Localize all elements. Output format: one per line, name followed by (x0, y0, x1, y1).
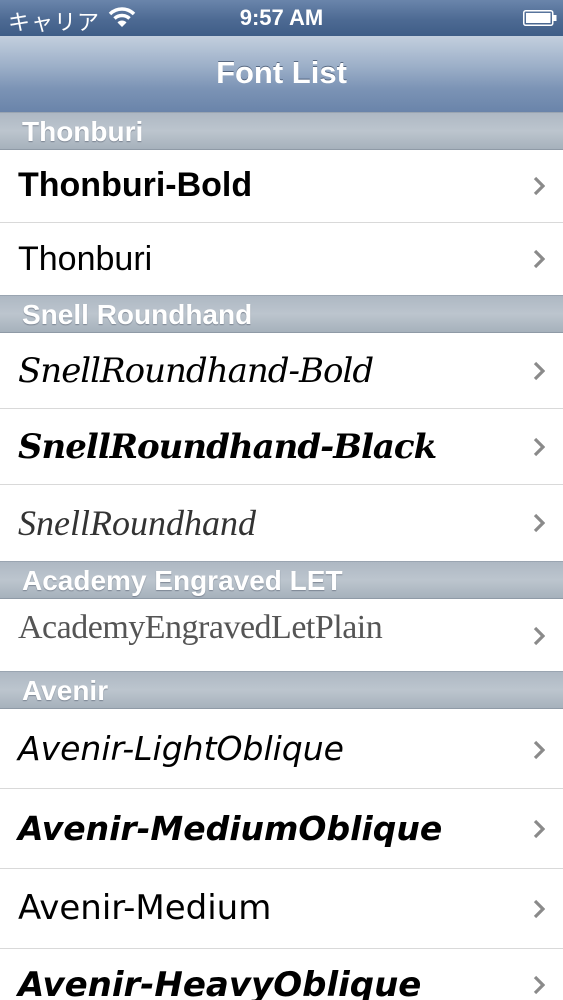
section-header-label: Snell Roundhand (22, 299, 253, 330)
page-title: Font List (216, 55, 347, 90)
section-header-label: Academy Engraved LET (22, 565, 343, 596)
battery-icon (523, 10, 557, 26)
font-row-avenir-lightoblique[interactable]: Avenir-LightOblique (0, 709, 563, 789)
font-name-label: SnellRoundhand (18, 503, 256, 543)
font-name-label: Avenir-LightOblique (18, 729, 344, 768)
section-header-snell-roundhand: Snell Roundhand (0, 295, 563, 333)
chevron-right-icon (533, 176, 545, 196)
section-header-label: Avenir (22, 675, 109, 706)
section-header-label: Thonburi (22, 116, 144, 147)
font-row-snellroundhand[interactable]: SnellRoundhand (0, 485, 563, 561)
section-header-avenir: Avenir (0, 671, 563, 709)
font-row-academyengravedletplain[interactable]: AcademyEngravedLetPlain (0, 599, 563, 671)
font-row-thonburi[interactable]: Thonburi (0, 223, 563, 295)
font-name-label: AcademyEngravedLetPlain (18, 609, 383, 646)
chevron-right-icon (533, 249, 545, 269)
status-bar: キャリア 9:57 AM (0, 0, 563, 36)
section-header-thonburi: Thonburi (0, 112, 563, 150)
font-row-avenir-heavyoblique[interactable]: Avenir-HeavyOblique (0, 949, 563, 1000)
font-name-label: Avenir-MediumOblique (18, 809, 443, 848)
navigation-bar: Font List (0, 36, 563, 113)
font-name-label: Thonburi-Bold (18, 166, 253, 204)
chevron-right-icon (533, 899, 545, 919)
font-row-snellroundhand-bold[interactable]: SnellRoundhand-Bold (0, 333, 563, 409)
chevron-right-icon (533, 361, 545, 381)
font-name-label: SnellRoundhand-Bold (18, 351, 374, 391)
font-name-label: SnellRoundhand-Black (18, 427, 437, 467)
font-row-avenir-medium[interactable]: Avenir-Medium (0, 869, 563, 949)
chevron-right-icon (533, 740, 545, 760)
status-time: 9:57 AM (239, 5, 324, 30)
font-name-label: Avenir-HeavyOblique (18, 965, 422, 1000)
chevron-right-icon (533, 513, 545, 533)
font-row-thonburi-bold[interactable]: Thonburi-Bold (0, 150, 563, 223)
chevron-right-icon (533, 975, 545, 995)
font-row-avenir-mediumoblique[interactable]: Avenir-MediumOblique (0, 789, 563, 869)
font-name-label: Avenir-Medium (18, 888, 272, 928)
chevron-right-icon (533, 437, 545, 457)
font-name-label: Thonburi (18, 240, 153, 278)
chevron-right-icon (533, 626, 545, 646)
chevron-right-icon (533, 819, 545, 839)
section-header-academy-engraved-let: Academy Engraved LET (0, 561, 563, 599)
font-row-snellroundhand-black[interactable]: SnellRoundhand-Black (0, 409, 563, 485)
